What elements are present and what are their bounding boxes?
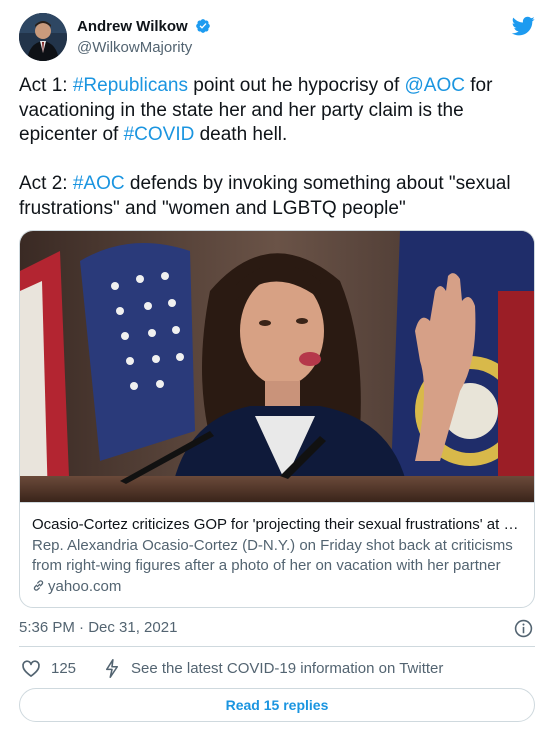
card-body[interactable]: Ocasio-Cortez criticizes GOP for 'projec… [20,502,534,597]
tweet-text-segment: death hell. [194,124,288,145]
tweet-text: Act 1: #Republicans point out he hypocri… [19,74,539,246]
card-domain-text[interactable]: yahoo.com [48,578,121,595]
twitter-logo-icon[interactable] [511,14,535,38]
card-description-line-1: Rep. Alexandria Ocasio-Cortez (D-N.Y.) o… [32,537,513,554]
tweet-paragraph-2: Act 2: #AOC defends by invoking somethin… [19,172,539,221]
tweet-text-segment: Act 2: [19,173,73,194]
tweet-text-segment: Act 1: [19,75,73,96]
user-name-text[interactable]: Andrew Wilkow [77,18,188,35]
card-photo[interactable] [20,231,534,502]
tweet-embed: Andrew Wilkow @WilkowMajority Act 1: #Re… [0,0,551,730]
info-icon[interactable] [514,619,533,638]
user-handle[interactable]: @WilkowMajority [77,39,192,56]
avatar[interactable] [19,13,67,61]
verified-badge-icon [196,19,210,33]
hashtag-link[interactable]: #Republicans [73,75,188,96]
card-description-line-2: from right-wing figures after a photo of… [32,557,501,574]
tweet-timestamp[interactable]: 5:36 PM · Dec 31, 2021 [19,619,177,636]
hashtag-link[interactable]: @AOC [405,75,465,96]
tweet-text-segment: point out he hypocrisy of [188,75,405,96]
divider [19,646,535,647]
covid-info-link[interactable]: See the latest COVID-19 information on T… [131,660,443,677]
card-domain[interactable]: yahoo.com [32,577,522,597]
card-title[interactable]: Ocasio-Cortez criticizes GOP for 'projec… [32,515,522,535]
like-count[interactable]: 125 [51,660,76,677]
link-icon [33,580,44,591]
hashtag-link[interactable]: #COVID [124,124,195,145]
link-preview-card[interactable]: Ocasio-Cortez criticizes GOP for 'projec… [19,230,535,608]
tweet-paragraph-1: Act 1: #Republicans point out he hypocri… [19,74,539,148]
card-description: Rep. Alexandria Ocasio-Cortez (D-N.Y.) o… [32,536,522,576]
lightning-bolt-icon [105,658,119,679]
heart-icon[interactable] [21,659,41,679]
hashtag-link[interactable]: #AOC [73,173,125,194]
read-replies-button[interactable]: Read 15 replies [19,688,535,722]
user-name[interactable]: Andrew Wilkow [77,18,211,35]
